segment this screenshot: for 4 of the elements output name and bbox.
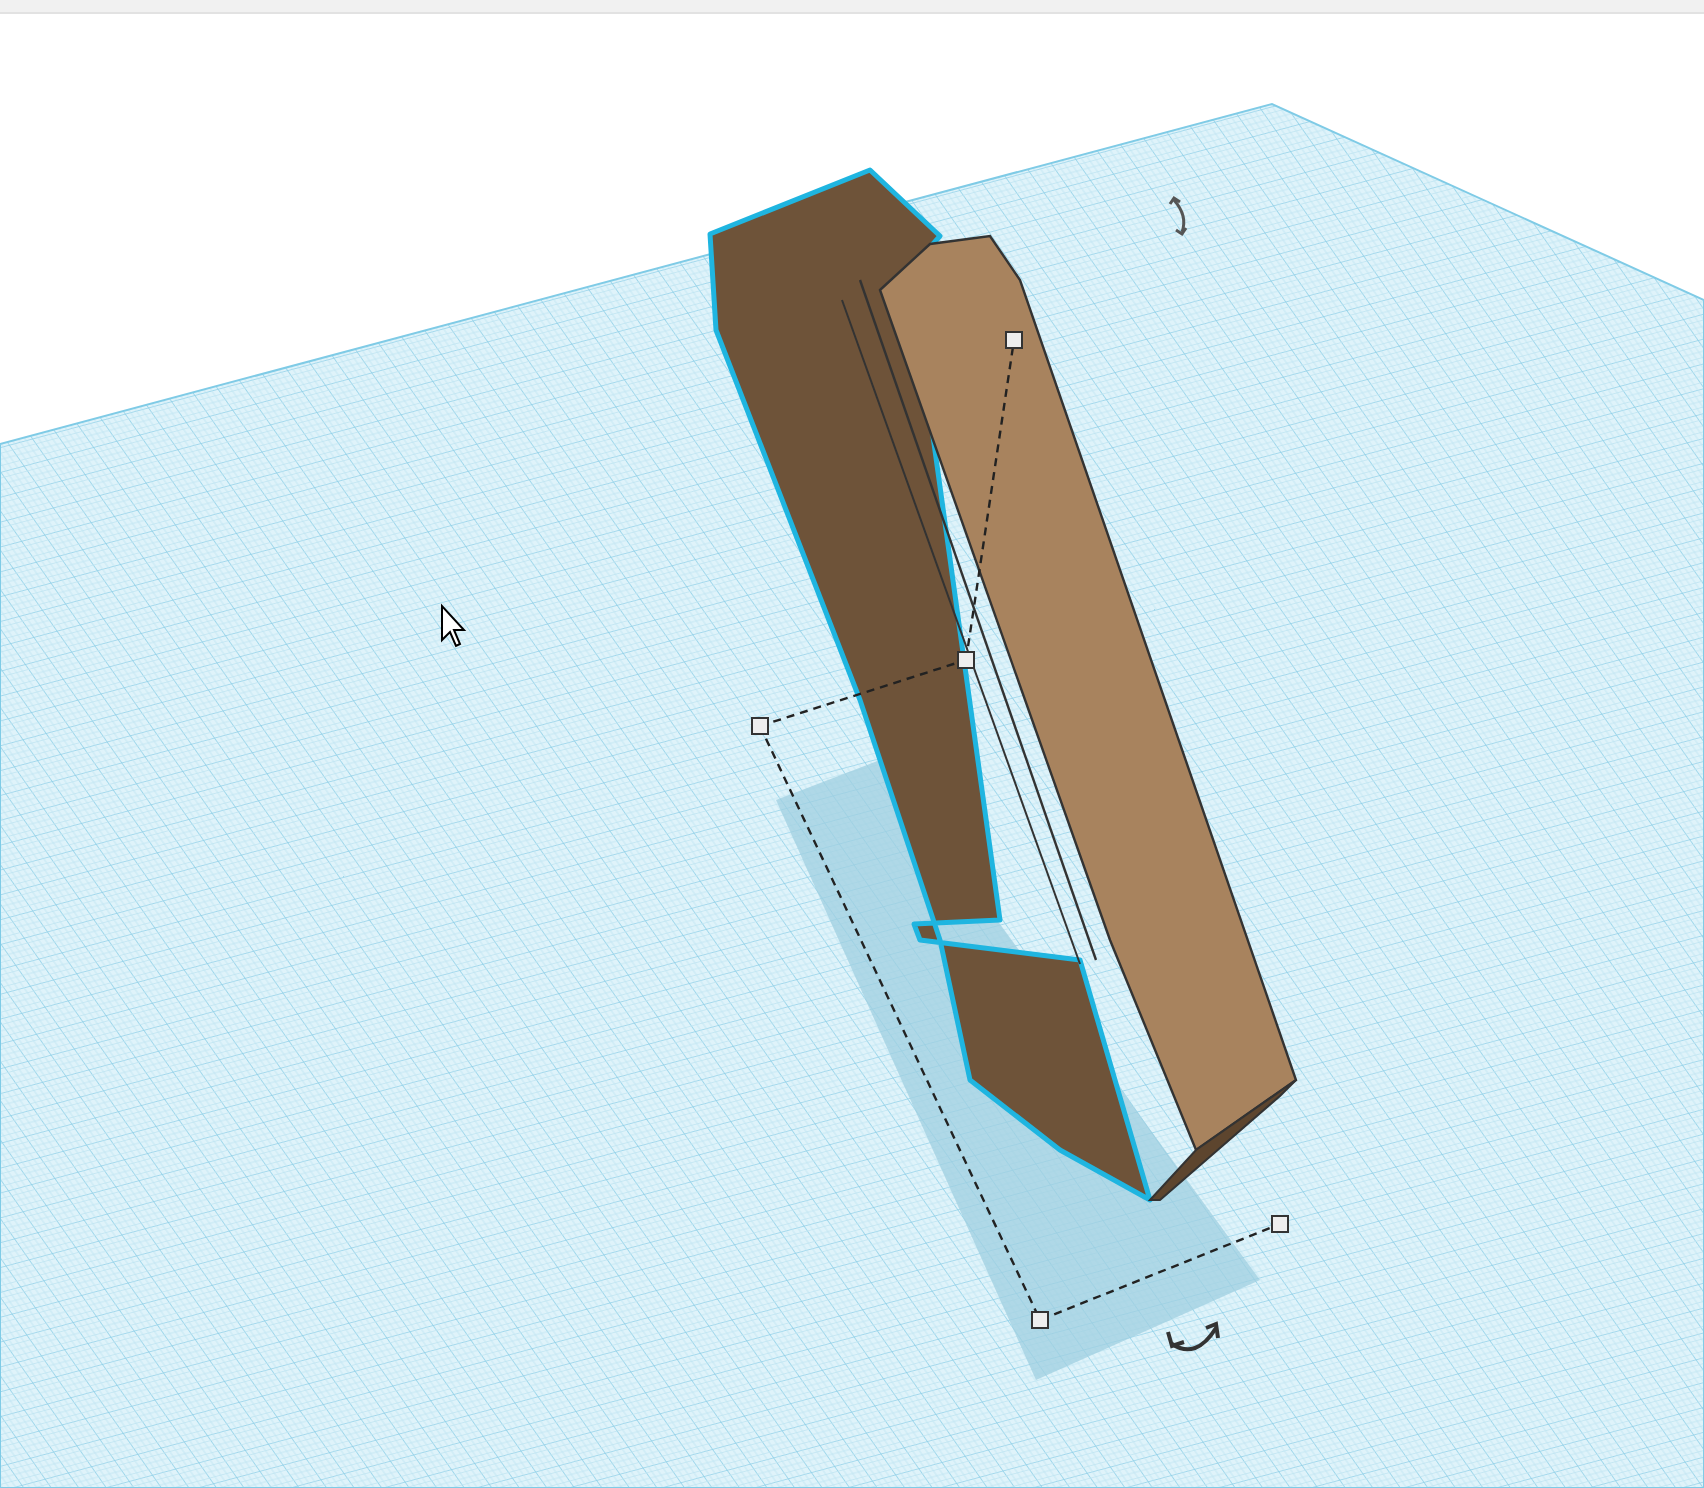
- bracket-shape[interactable]: [707, 167, 1298, 1203]
- rotate-handle-icon[interactable]: [1166, 1321, 1220, 1352]
- rotate-handle-icon[interactable]: [1168, 195, 1188, 237]
- mouse-cursor-icon: [441, 603, 467, 648]
